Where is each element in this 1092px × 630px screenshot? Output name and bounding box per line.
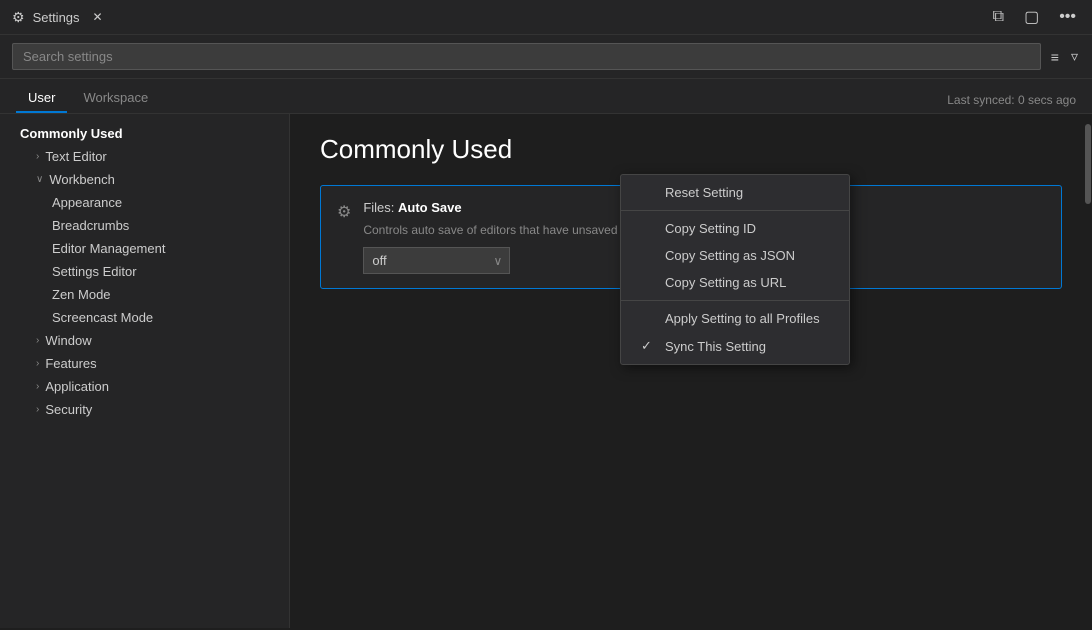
context-menu-copy-url[interactable]: Copy Setting as URL — [621, 269, 849, 296]
sidebar-item-settings-editor[interactable]: Settings Editor — [0, 260, 289, 283]
filter-funnel-icon[interactable]: ▿ — [1069, 46, 1080, 67]
content-area: Commonly Used ⚙ Files: Auto Save Control… — [290, 114, 1092, 628]
sidebar-label-security: Security — [45, 402, 92, 417]
context-menu-copy-json-label: Copy Setting as JSON — [665, 248, 795, 263]
chevron-right-icon-security: › — [36, 404, 39, 415]
context-menu-apply-profiles[interactable]: Apply Setting to all Profiles — [621, 305, 849, 332]
more-actions-icon[interactable]: ••• — [1055, 6, 1080, 28]
setting-label-strong: Auto Save — [398, 200, 462, 215]
sidebar-item-zen-mode[interactable]: Zen Mode — [0, 283, 289, 306]
titlebar: ⚙ Settings ✕ ⧉ ▢ ••• — [0, 0, 1092, 35]
sidebar-label-appearance: Appearance — [52, 195, 122, 210]
titlebar-actions: ⧉ ▢ ••• — [989, 5, 1080, 29]
context-menu-apply-profiles-label: Apply Setting to all Profiles — [665, 311, 820, 326]
sidebar-item-application[interactable]: › Application — [0, 375, 289, 398]
context-menu-copy-url-label: Copy Setting as URL — [665, 275, 786, 290]
chevron-right-icon-window: › — [36, 335, 39, 346]
sidebar-item-security[interactable]: › Security — [0, 398, 289, 421]
sidebar-label-features: Features — [45, 356, 96, 371]
scroll-thumb — [1085, 124, 1091, 204]
context-menu: Reset Setting Copy Setting ID Copy Setti… — [620, 174, 850, 365]
sidebar-item-breadcrumbs[interactable]: Breadcrumbs — [0, 214, 289, 237]
split-right-icon[interactable]: ▢ — [1020, 5, 1043, 29]
sidebar-label-breadcrumbs: Breadcrumbs — [52, 218, 129, 233]
split-editor-icon[interactable]: ⧉ — [989, 6, 1008, 28]
close-tab-button[interactable]: ✕ — [90, 9, 106, 25]
sidebar-item-editor-management[interactable]: Editor Management — [0, 237, 289, 260]
auto-save-select[interactable]: off afterDelay onFocusChange onWindowCha… — [363, 247, 510, 274]
context-menu-copy-id-label: Copy Setting ID — [665, 221, 756, 236]
context-menu-reset[interactable]: Reset Setting — [621, 179, 849, 206]
sidebar-label-settings-editor: Settings Editor — [52, 264, 137, 279]
sidebar-item-text-editor[interactable]: › Text Editor — [0, 145, 289, 168]
sidebar-label-zen-mode: Zen Mode — [52, 287, 111, 302]
context-menu-group-1: Reset Setting — [621, 175, 849, 211]
context-menu-group-2: Copy Setting ID Copy Setting as JSON Cop… — [621, 211, 849, 301]
search-icons: ≡ ▿ — [1049, 46, 1080, 67]
sidebar-item-window[interactable]: › Window — [0, 329, 289, 352]
chevron-down-icon: ∨ — [36, 174, 43, 185]
sidebar-label-window: Window — [45, 333, 91, 348]
chevron-right-icon: › — [36, 151, 39, 162]
context-menu-copy-id[interactable]: Copy Setting ID — [621, 215, 849, 242]
sidebar-item-commonly-used[interactable]: Commonly Used — [0, 122, 289, 145]
sidebar-item-features[interactable]: › Features — [0, 352, 289, 375]
settings-icon: ⚙ — [12, 9, 25, 26]
tab-user[interactable]: User — [16, 84, 67, 113]
search-bar: ≡ ▿ — [0, 35, 1092, 79]
context-menu-group-3: Apply Setting to all Profiles ✓ Sync Thi… — [621, 301, 849, 364]
sidebar-item-appearance[interactable]: Appearance — [0, 191, 289, 214]
context-menu-sync-label: Sync This Setting — [665, 339, 766, 354]
sidebar-label-editor-management: Editor Management — [52, 241, 165, 256]
context-menu-sync[interactable]: ✓ Sync This Setting — [621, 332, 849, 360]
context-menu-copy-json[interactable]: Copy Setting as JSON — [621, 242, 849, 269]
setting-label-prefix: Files: — [363, 200, 398, 215]
context-menu-reset-label: Reset Setting — [665, 185, 743, 200]
filter-settings-icon[interactable]: ≡ — [1049, 47, 1061, 67]
sidebar: Commonly Used › Text Editor ∨ Workbench … — [0, 114, 290, 628]
chevron-right-icon-features: › — [36, 358, 39, 369]
chevron-right-icon-application: › — [36, 381, 39, 392]
tab-title: Settings — [33, 10, 80, 25]
tab-workspace[interactable]: Workspace — [71, 84, 160, 113]
sidebar-label-workbench: Workbench — [49, 172, 115, 187]
scrollbar[interactable] — [1084, 114, 1092, 628]
check-sync-icon: ✓ — [641, 338, 657, 354]
sidebar-item-workbench[interactable]: ∨ Workbench — [0, 168, 289, 191]
main-layout: Commonly Used › Text Editor ∨ Workbench … — [0, 114, 1092, 628]
commonly-used-label: Commonly Used — [20, 126, 123, 141]
search-input[interactable] — [12, 43, 1041, 70]
tabs-bar: User Workspace Last synced: 0 secs ago — [0, 79, 1092, 114]
sidebar-label-application: Application — [45, 379, 109, 394]
select-wrapper: off afterDelay onFocusChange onWindowCha… — [363, 247, 510, 274]
sidebar-label-screencast-mode: Screencast Mode — [52, 310, 153, 325]
content-title: Commonly Used — [320, 134, 1062, 165]
sidebar-item-screencast-mode[interactable]: Screencast Mode — [0, 306, 289, 329]
sidebar-label-text-editor: Text Editor — [45, 149, 106, 164]
sync-status: Last synced: 0 secs ago — [947, 93, 1076, 113]
setting-gear-icon[interactable]: ⚙ — [337, 202, 351, 222]
